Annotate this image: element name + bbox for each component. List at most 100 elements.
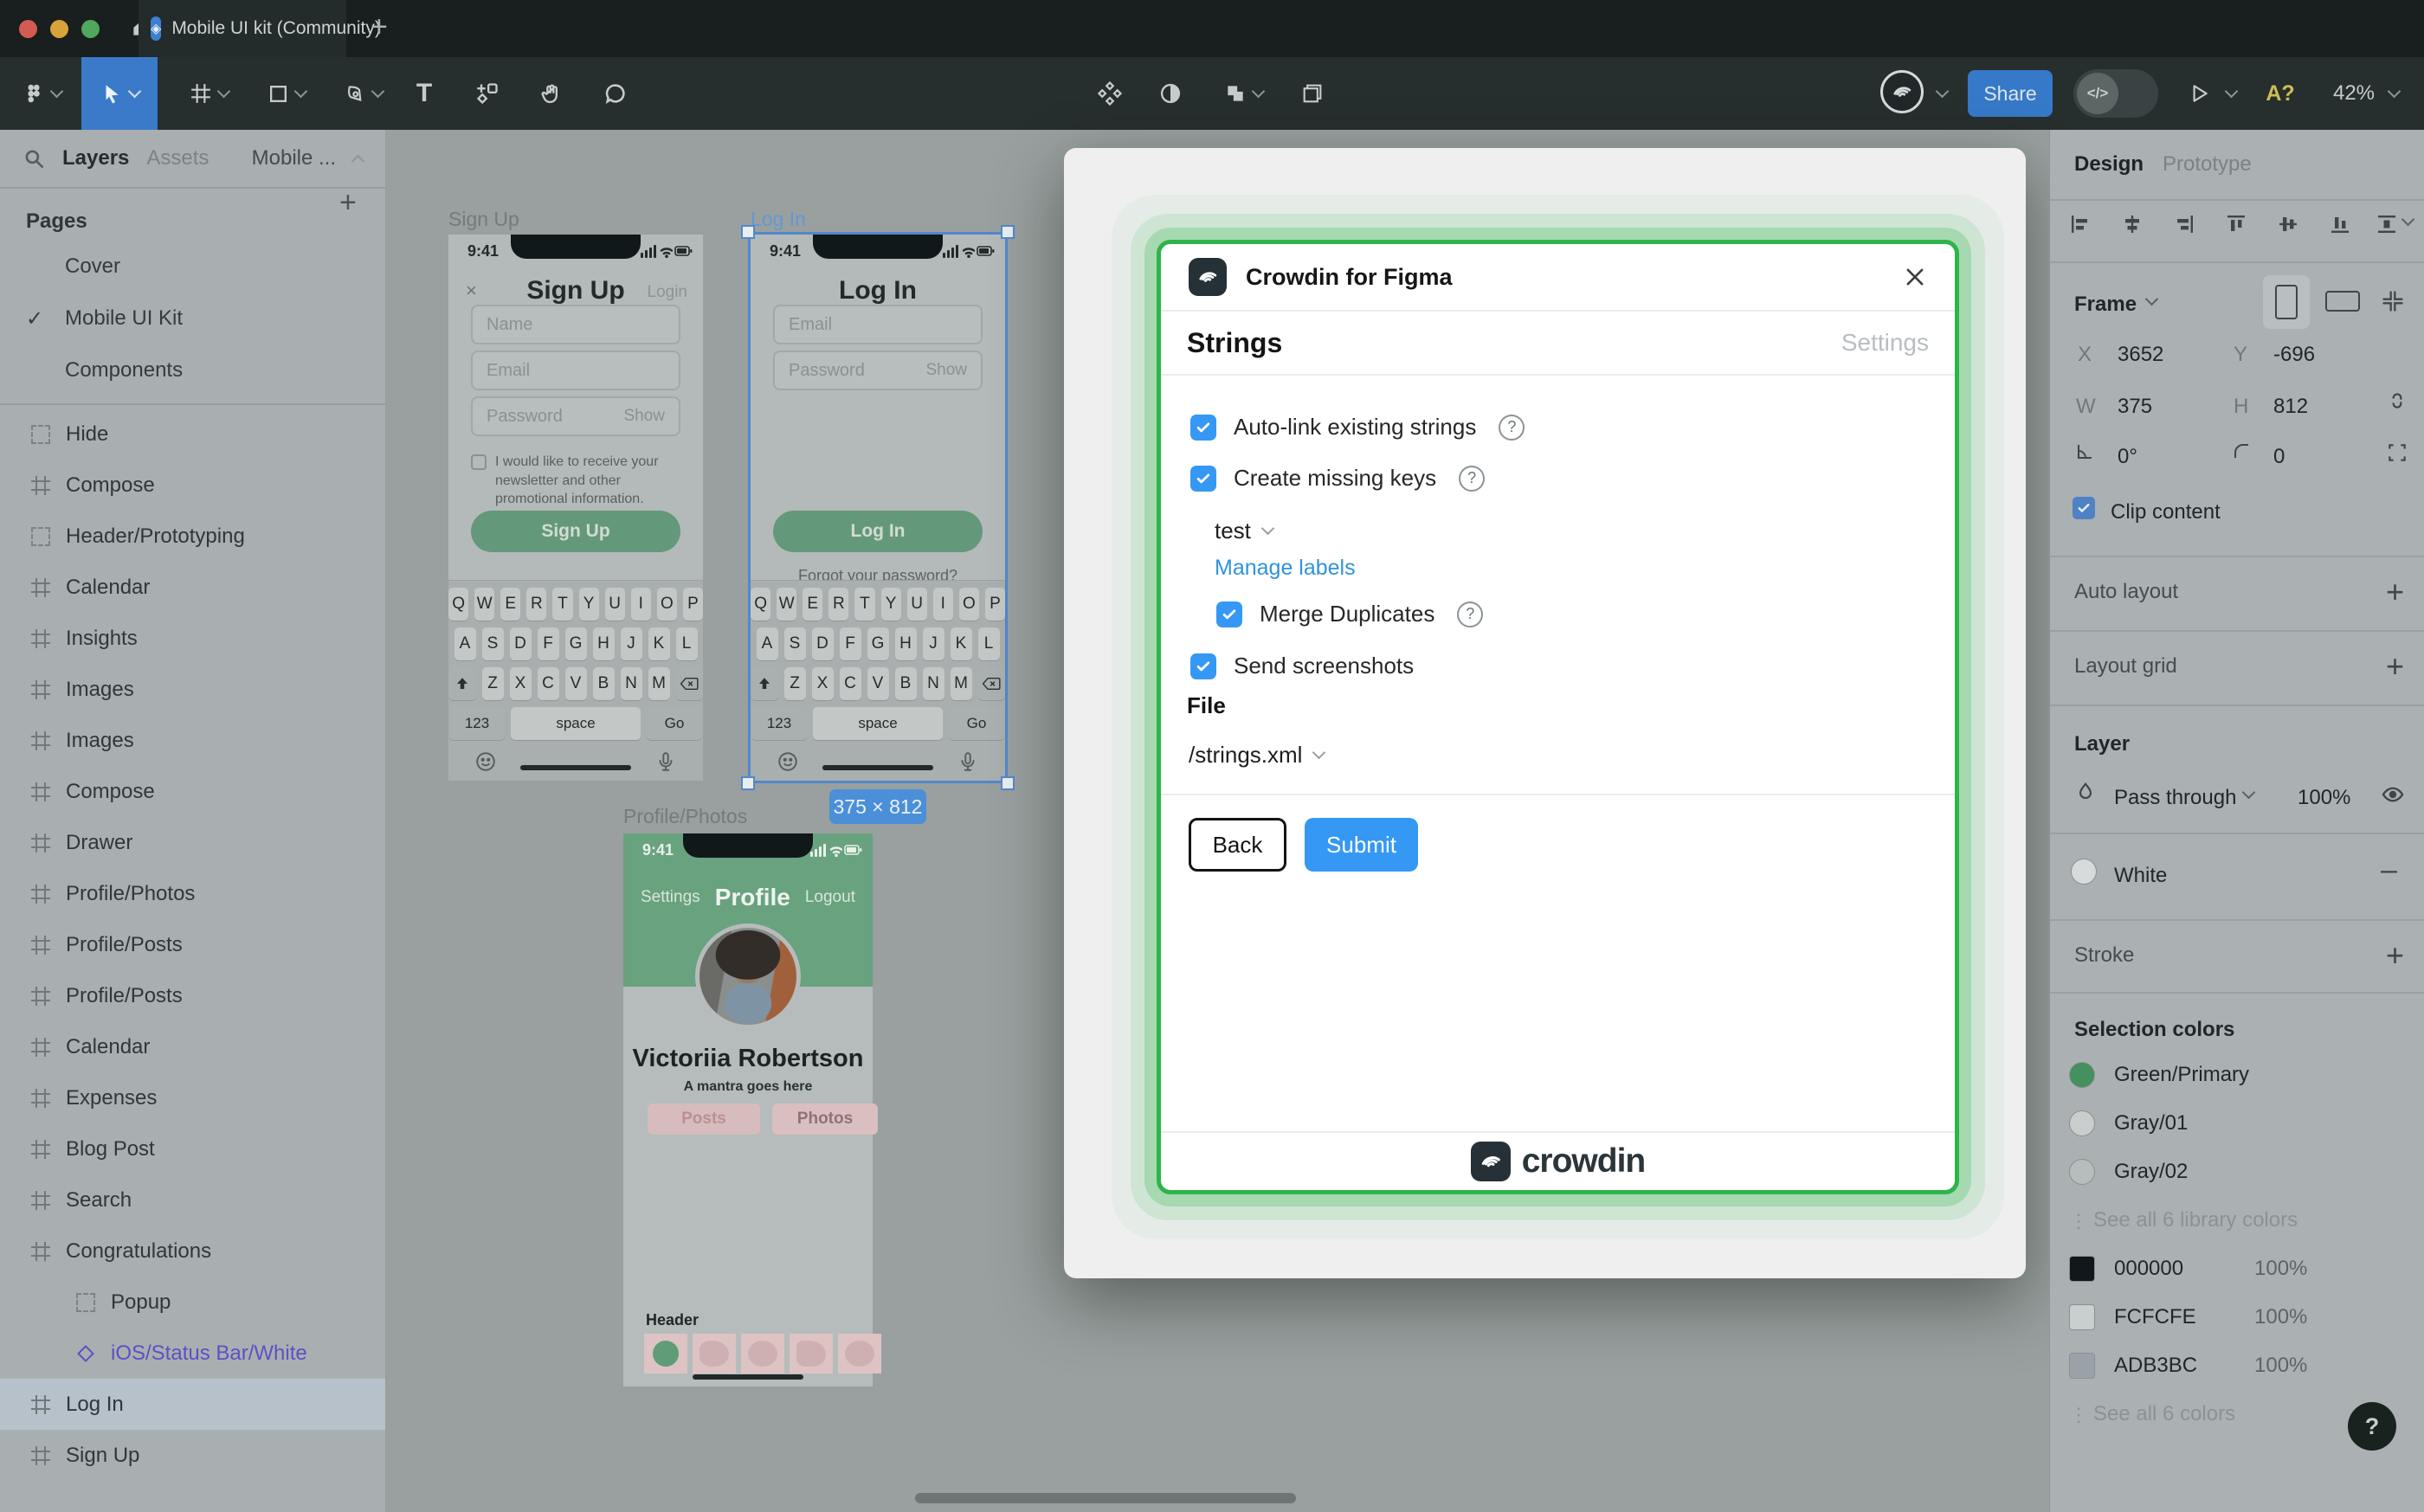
manage-labels-link[interactable]: Manage labels xyxy=(1215,556,1356,581)
email-field[interactable]: Email xyxy=(773,305,983,344)
create-keys-row[interactable]: Create missing keys ? xyxy=(1190,465,1486,492)
new-tab-button[interactable]: + xyxy=(371,10,388,44)
see-library-colors[interactable]: ⋮ See all 6 library colors xyxy=(2050,1196,2424,1245)
layer-row[interactable]: Congratulations xyxy=(0,1226,385,1277)
align-v-center-icon[interactable] xyxy=(2277,213,2299,235)
align-bottom-icon[interactable] xyxy=(2329,213,2351,235)
traffic-light-minimize[interactable] xyxy=(50,20,68,38)
search-icon[interactable] xyxy=(23,147,45,170)
key[interactable]: C xyxy=(537,667,559,700)
constrain-proportions-icon[interactable] xyxy=(2386,389,2408,412)
create-keys-checkbox[interactable] xyxy=(1190,465,1216,492)
key[interactable]: Q xyxy=(448,588,469,621)
distribute-icon[interactable] xyxy=(2376,213,2398,235)
key[interactable]: M xyxy=(950,667,972,700)
dev-resources-button[interactable] xyxy=(1292,57,1333,130)
present-dropdown-chevron[interactable] xyxy=(2218,57,2244,130)
back-button[interactable]: Back xyxy=(1189,818,1286,872)
photo-tile[interactable] xyxy=(644,1334,687,1374)
layer-row[interactable]: Search xyxy=(0,1174,385,1226)
show-password-toggle[interactable]: Show xyxy=(623,407,665,426)
zoom-dropdown-chevron[interactable] xyxy=(2381,57,2407,130)
key[interactable]: L xyxy=(977,627,1000,660)
fill-swatch[interactable] xyxy=(2071,859,2097,885)
send-screenshots-checkbox[interactable] xyxy=(1190,653,1216,679)
page-row[interactable]: ✓ Mobile UI Kit xyxy=(0,293,385,344)
numeric-key[interactable]: 123 xyxy=(751,707,807,740)
key[interactable]: A xyxy=(454,627,476,660)
color-swatch[interactable] xyxy=(2069,1110,2095,1136)
distribute-chevron[interactable] xyxy=(2401,212,2415,227)
frame-label-profile[interactable]: Profile/Photos xyxy=(623,805,747,828)
help-icon[interactable]: ? xyxy=(1457,601,1484,627)
key[interactable]: D xyxy=(811,627,834,660)
key[interactable]: K xyxy=(648,627,670,660)
selection-handle[interactable] xyxy=(1001,776,1015,790)
file-tab[interactable]: ◈ Mobile UI kit (Community) xyxy=(139,0,381,57)
tab-strings[interactable]: Strings xyxy=(1187,327,1282,359)
selection-color-row[interactable]: Green/Primary xyxy=(2050,1051,2424,1099)
email-field[interactable]: Email xyxy=(471,351,680,390)
main-menu-button[interactable] xyxy=(17,57,66,130)
layer-row[interactable]: Expenses xyxy=(0,1072,385,1123)
collapse-pages-chevron[interactable] xyxy=(351,154,365,168)
tab-layers[interactable]: Layers xyxy=(62,146,129,171)
go-key[interactable]: Go xyxy=(647,707,702,740)
shift-key-icon[interactable] xyxy=(751,667,778,700)
key[interactable]: V xyxy=(867,667,889,700)
align-right-icon[interactable] xyxy=(2173,213,2195,235)
submit-button[interactable]: Submit xyxy=(1305,818,1418,872)
autolink-row[interactable]: Auto-link existing strings ? xyxy=(1190,414,1525,441)
layer-row[interactable]: Calendar xyxy=(0,1021,385,1072)
layer-row[interactable]: Drawer xyxy=(0,817,385,868)
layer-row[interactable]: Images xyxy=(0,664,385,715)
settings-link[interactable]: Settings xyxy=(641,888,700,907)
key[interactable]: X xyxy=(811,667,834,700)
send-screenshots-row[interactable]: Send screenshots xyxy=(1190,653,1414,679)
help-icon[interactable]: ? xyxy=(1499,414,1525,441)
share-button[interactable]: Share xyxy=(1968,70,2053,117)
color-swatch[interactable] xyxy=(2069,1062,2095,1088)
close-icon[interactable]: × xyxy=(466,280,477,302)
key[interactable]: S xyxy=(481,627,504,660)
missing-fonts-indicator[interactable]: A? xyxy=(2256,57,2305,130)
tab-prototype[interactable]: Prototype xyxy=(2163,152,2252,177)
profile-frame[interactable]: 9:41 Settings Profile Logout Victoriia R… xyxy=(623,833,881,1387)
signup-frame[interactable]: 9:41 Sign Up × Login Name Email Password… xyxy=(448,235,703,781)
dev-mode-toggle[interactable]: </> xyxy=(2073,69,2158,118)
newsletter-chec kbox[interactable] xyxy=(471,454,487,470)
use-as-mask-button[interactable] xyxy=(1150,57,1191,130)
key[interactable]: F xyxy=(537,627,559,660)
merge-duplicates-row[interactable]: Merge Duplicates ? xyxy=(1216,601,1484,627)
key[interactable]: V xyxy=(564,667,587,700)
frame-preset-dropdown[interactable]: Frame xyxy=(2074,293,2137,317)
layer-row[interactable]: Sign Up xyxy=(0,1430,385,1481)
frame-label-login[interactable]: Log In xyxy=(751,208,806,231)
key[interactable]: H xyxy=(894,627,917,660)
x-input[interactable]: 3652 xyxy=(2118,343,2163,367)
align-top-icon[interactable] xyxy=(2225,213,2247,235)
layer-row[interactable]: Popup xyxy=(0,1277,385,1328)
layer-row[interactable]: Compose xyxy=(0,460,385,511)
key[interactable]: J xyxy=(922,627,944,660)
blend-mode-dropdown[interactable]: Pass through xyxy=(2114,786,2236,810)
key[interactable]: Z xyxy=(481,667,504,700)
add-layout-grid-button[interactable]: + xyxy=(2386,651,2404,682)
rotation-input[interactable]: 0° xyxy=(2118,445,2137,469)
create-component-button[interactable] xyxy=(1089,57,1131,130)
layer-row[interactable]: Blog Post xyxy=(0,1123,385,1174)
frame-label-signup[interactable]: Sign Up xyxy=(448,208,519,231)
layer-row[interactable]: Insights xyxy=(0,613,385,664)
help-button[interactable]: ? xyxy=(2348,1402,2396,1451)
photos-tab-button[interactable]: Photos xyxy=(772,1103,878,1135)
layer-row[interactable]: Profile/Posts xyxy=(0,970,385,1021)
key[interactable]: S xyxy=(783,627,806,660)
numeric-key[interactable]: 123 xyxy=(449,707,505,740)
emoji-icon[interactable] xyxy=(777,750,799,773)
signup-cta-button[interactable]: Sign Up xyxy=(471,511,680,552)
go-key[interactable]: Go xyxy=(949,707,1004,740)
key[interactable]: I xyxy=(630,588,651,621)
key[interactable]: Y xyxy=(880,588,901,621)
remove-fill-button[interactable]: – xyxy=(2381,853,2397,887)
orientation-portrait-selected[interactable] xyxy=(2263,275,2310,329)
